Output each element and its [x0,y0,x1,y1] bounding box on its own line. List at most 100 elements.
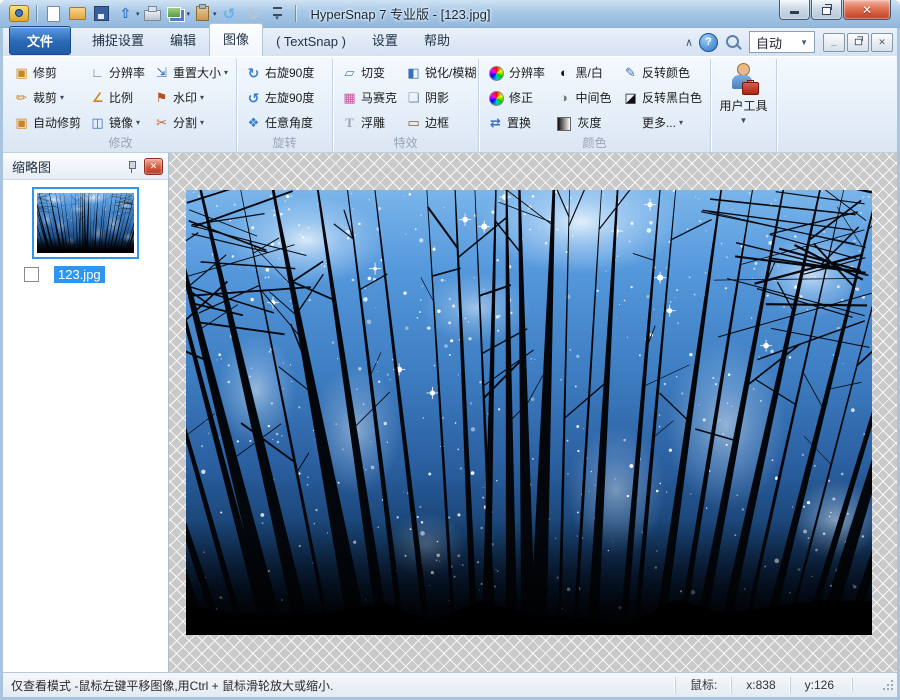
send-dropdown-arrow[interactable]: ▾ [136,10,140,18]
image-canvas [169,153,897,672]
window-controls: ✕ [778,0,891,20]
thumbnail-checkbox[interactable] [24,267,39,282]
minimize-button[interactable] [779,0,810,20]
midtone-button[interactable]: ◑中间色 [551,85,615,110]
mosaic-button[interactable]: ▦马赛克 [337,85,401,110]
more-colors-button[interactable]: 更多... [618,110,706,135]
rotate-any-angle-button[interactable]: ❖任意角度 [241,110,318,135]
midtone-icon: ◑ [555,90,572,106]
color-resolution-button[interactable]: 分辨率 [483,60,549,85]
user-tools-label: 用户工具 [719,97,767,114]
restore-icon [822,7,831,15]
tab-edit[interactable]: 编辑 [157,25,209,56]
scissors-icon: ✂ [153,115,170,131]
pin-icon[interactable] [127,160,137,173]
crop-icon: ▣ [13,65,30,81]
black-white-button[interactable]: ◐黑/白 [551,60,615,85]
ribbon-group-modify: ▣修剪 ✏裁剪 ▣自动修剪 ∟分辨率 ∠比例 ◫镜像 ⇲重置大小 ⚑水印 ✂分割 [5,59,237,152]
new-file-icon[interactable] [42,3,65,25]
status-bar: 仅查看模式 -鼠标左键平移图像,用Ctrl + 鼠标滑轮放大或缩小. 鼠标: x… [3,672,897,697]
help-icon[interactable]: ? [699,33,718,52]
toolbar-separator [295,5,296,22]
thumbnail-panel: 缩略图 ✕ 123.jpg [3,153,169,672]
tab-capture-settings[interactable]: 捕捉设置 [79,25,157,56]
zoom-magnifier-icon[interactable] [726,35,739,48]
tab-settings[interactable]: 设置 [359,25,411,56]
any-angle-icon: ❖ [245,115,262,131]
zoom-level-value: 自动 [756,33,782,52]
mosaic-icon: ▦ [341,90,358,106]
mirror-button[interactable]: ◫镜像 [85,110,149,135]
group-label-modify: 修改 [9,135,232,152]
collapse-ribbon-icon[interactable]: ∧ [685,36,693,49]
thumbnail-filename[interactable]: 123.jpg [54,266,105,283]
hypersnap-app-icon[interactable] [7,3,30,25]
group-label-effects: 特效 [337,135,474,152]
ribbon-group-color: 分辨率 修正 ⇄置换 ◐黑/白 ◑中间色 灰度 ✎反转颜色 ◪反转黑白色 更多.… [479,59,711,152]
send-capture-icon[interactable]: ⇧ [114,3,137,25]
image-view[interactable] [186,190,872,635]
close-button[interactable]: ✕ [843,0,891,20]
ribbon: ▣修剪 ✏裁剪 ▣自动修剪 ∟分辨率 ∠比例 ◫镜像 ⇲重置大小 ⚑水印 ✂分割 [3,56,897,153]
customize-toolbar-icon[interactable]: ▾ [266,3,289,25]
user-tools-icon [729,63,759,95]
ribbon-group-user-tools: 用户工具 ▼ [711,59,777,152]
copy-dropdown-arrow[interactable]: ▾ [187,10,191,18]
sharpen-blur-button[interactable]: ◧锐化/模糊 [401,60,480,85]
panel-close-button[interactable]: ✕ [144,158,163,175]
document-minimize-button[interactable]: _ [823,33,845,52]
status-message: 仅查看模式 -鼠标左键平移图像,用Ctrl + 鼠标滑轮放大或缩小. [3,677,333,694]
rotate-left-90-button[interactable]: ↺左旋90度 [241,85,318,110]
tab-file[interactable]: 文件 [9,26,71,55]
resolution-button[interactable]: ∟分辨率 [85,60,149,85]
resize-grip[interactable] [852,678,895,692]
sharpen-icon: ◧ [405,65,422,81]
ribbon-group-effects: ▱切变 ▦马赛克 T浮雕 ◧锐化/模糊 ❏阴影 ▭边框 特效 [333,59,479,152]
shear-button[interactable]: ▱切变 [337,60,401,85]
photo-svg [186,190,872,635]
user-tools-button[interactable]: 用户工具 ▼ [715,60,772,125]
grayscale-button[interactable]: 灰度 [551,110,615,135]
copy-image-icon[interactable] [165,3,188,25]
tab-image[interactable]: 图像 [209,23,263,56]
paste-icon[interactable] [191,3,214,25]
invert-colors-button[interactable]: ✎反转颜色 [618,60,706,85]
restore-button[interactable] [811,0,842,20]
document-restore-button[interactable] [847,33,869,52]
resize-button[interactable]: ⇲重置大小 [149,60,232,85]
tab-textsnap[interactable]: ( TextSnap ) [263,29,359,56]
invert-black-white-button[interactable]: ◪反转黑白色 [618,85,706,110]
color-correct-button[interactable]: 修正 [483,85,549,110]
resize-icon: ⇲ [153,65,170,81]
color-replace-button[interactable]: ⇄置换 [483,110,549,135]
rotate-right-90-button[interactable]: ↻右旋90度 [241,60,318,85]
mirror-icon: ◫ [89,115,106,131]
thumbnail-panel-title: 缩略图 [12,157,51,176]
grayscale-icon [557,117,571,131]
undo-icon[interactable]: ↺ [218,3,241,25]
emboss-button[interactable]: T浮雕 [337,110,401,135]
trim-button[interactable]: ▣修剪 [9,60,85,85]
zoom-level-dropdown[interactable]: 自动▼ [749,31,815,53]
thumbnail-item[interactable] [32,187,139,259]
save-icon[interactable] [90,3,113,25]
watermark-button[interactable]: ⚑水印 [149,85,232,110]
cut-out-button[interactable]: ✏裁剪 [9,85,85,110]
close-icon: ✕ [862,3,872,17]
frame-icon: ▭ [405,115,422,131]
auto-trim-button[interactable]: ▣自动修剪 [9,110,85,135]
open-folder-icon[interactable] [66,3,89,25]
redo-icon: ↻ [242,3,265,25]
black-white-icon: ◐ [555,65,572,81]
border-button[interactable]: ▭边框 [401,110,480,135]
split-button[interactable]: ✂分割 [149,110,232,135]
print-icon[interactable] [141,3,164,25]
scale-button[interactable]: ∠比例 [85,85,149,110]
stamp-icon: ⚑ [153,90,170,106]
pencil-icon: ✏ [13,90,30,106]
paste-dropdown-arrow[interactable]: ▾ [213,10,217,18]
tab-help[interactable]: 帮助 [411,25,463,56]
document-close-button[interactable]: ✕ [871,33,893,52]
shadow-button[interactable]: ❏阴影 [401,85,480,110]
group-label-rotate: 旋转 [241,135,328,152]
